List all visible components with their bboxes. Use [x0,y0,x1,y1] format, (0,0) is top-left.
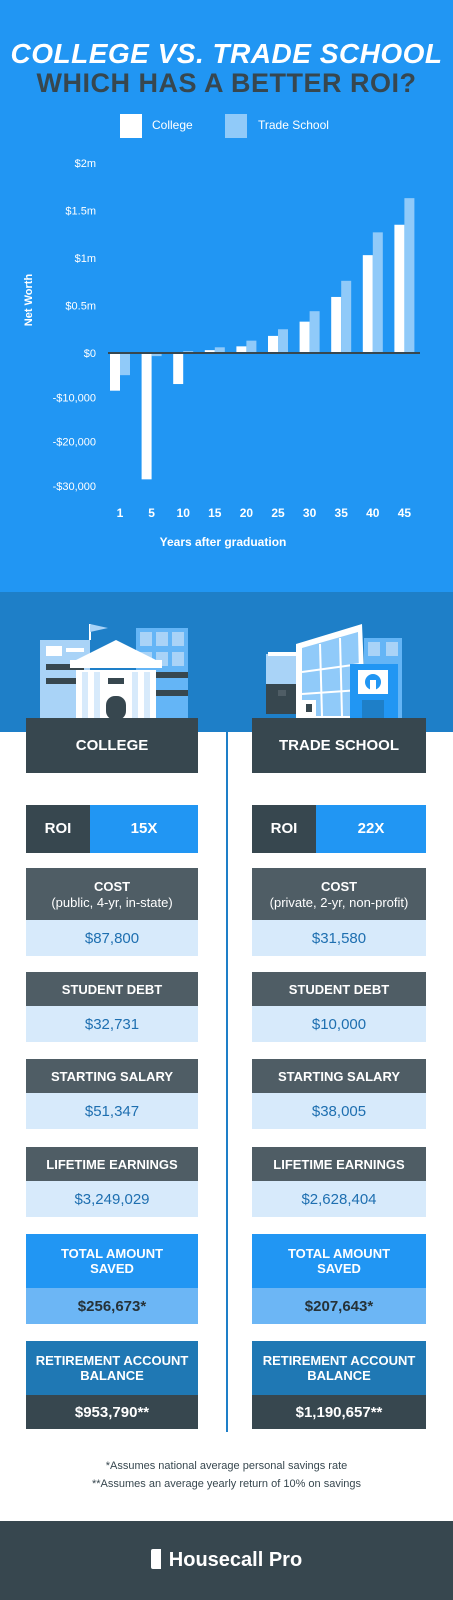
trade-school-saved-value: $207,643* [252,1288,426,1324]
x-axis-label: Years after graduation [160,535,287,549]
trade-school-cost-sublabel: (private, 2-yr, non-profit) [269,894,409,910]
trade-school-roi-value: 22X [316,805,426,853]
x-tick-label: 15 [208,506,222,520]
trade-school-debt-label: STUDENT DEBT [252,972,426,1006]
bar-college [299,321,310,353]
trade-school-salary-value: $38,005 [252,1093,426,1129]
legend-label-trade-school: Trade School [258,118,329,132]
bar-trade-school [404,198,415,353]
college-roi-value: 15X [90,805,198,853]
college-heading: COLLEGE [26,718,198,773]
college-salary-label: STARTING SALARY [26,1059,198,1093]
chart-legend: College Trade School [0,114,453,138]
bar-college [110,353,120,391]
y-tick-label: $2m [75,158,96,170]
x-tick-label: 10 [177,506,191,520]
college-debt-label: STUDENT DEBT [26,972,198,1006]
bar-trade-school [246,340,257,353]
college-cost-header: COST (public, 4-yr, in-state) [26,868,198,920]
trade-school-cost-value: $31,580 [252,920,426,956]
y-tick-label: -$20,000 [53,437,96,449]
college-cost-label: COST [93,878,131,894]
trade-school-roi-row: ROI 22X [252,805,426,853]
x-tick-label: 45 [398,506,412,520]
title-line-1: COLLEGE VS. TRADE SCHOOL [10,38,443,69]
trade-school-roi-label: ROI [252,805,316,853]
legend-swatch-trade-school [225,114,247,138]
y-tick-label: -$30,000 [53,481,96,493]
bar-college [362,255,373,353]
college-lifetime-value: $3,249,029 [26,1181,198,1217]
footnote-savings-rate: *Assumes national average personal savin… [105,1460,348,1472]
bar-trade-school [120,353,130,376]
trade-school-saved-label: TOTAL AMOUNT SAVED [252,1234,426,1288]
y-tick-label: $1.5m [65,206,96,218]
legend-label-college: College [152,118,193,132]
bar-college [268,335,278,353]
bar-college [173,353,184,385]
legend-swatch-college [120,114,142,138]
footer: Housecall Pro [0,1521,453,1600]
trade-school-cost-header: COST (private, 2-yr, non-profit) [252,868,426,920]
bar-trade-school [309,311,320,353]
trade-school-heading: TRADE SCHOOL [252,718,426,773]
bar-college [394,224,405,353]
x-tick-label: 25 [271,506,285,520]
trade-school-salary-label: STARTING SALARY [252,1059,426,1093]
x-tick-label: 35 [335,506,349,520]
title-line-2: WHICH HAS A BETTER ROI? [36,68,417,98]
college-lifetime-label: LIFETIME EARNINGS [26,1147,198,1181]
college-debt-value: $32,731 [26,1006,198,1042]
college-retirement-label: RETIREMENT ACCOUNT BALANCE [26,1341,198,1395]
x-tick-label: 20 [240,506,254,520]
y-tick-label: $0 [84,348,96,360]
bar-trade-school [341,280,352,353]
college-saved-label: TOTAL AMOUNT SAVED [26,1234,198,1288]
y-tick-label: $0.5m [65,301,96,313]
y-axis-label: Net Worth [23,274,35,327]
college-roi-row: ROI 15X [26,805,198,853]
bar-college [141,353,152,480]
housecall-logo-icon [150,1549,161,1569]
trade-school-retirement-label: RETIREMENT ACCOUNT BALANCE [252,1341,426,1395]
trade-school-lifetime-label: LIFETIME EARNINGS [252,1147,426,1181]
x-tick-label: 5 [148,506,155,520]
trade-school-retirement-value: $1,190,657** [252,1395,426,1429]
trade-school-debt-value: $10,000 [252,1006,426,1042]
net-worth-bar-chart: $2m $1.5m $1m $0.5m $0 -$10,000 -$20,000 -$30,0… [23,158,420,549]
trade-school-lifetime-value: $2,628,404 [252,1181,426,1217]
trade-school-cost-label: COST [320,878,358,894]
x-tick-label: 30 [303,506,317,520]
bar-trade-school [372,232,383,353]
college-cost-value: $87,800 [26,920,198,956]
x-tick-label: 40 [366,506,380,520]
center-divider [226,732,228,1432]
y-tick-label: $1m [75,253,96,265]
x-tick-label: 1 [117,506,124,520]
college-retirement-value: $953,790** [26,1395,198,1429]
college-cost-sublabel: (public, 4-yr, in-state) [51,894,173,910]
college-saved-value: $256,673* [26,1288,198,1324]
college-roi-label: ROI [26,805,90,853]
bar-trade-school [278,329,288,353]
college-salary-value: $51,347 [26,1093,198,1129]
brand-name: Housecall Pro [168,1549,303,1571]
chart-section: COLLEGE VS. TRADE SCHOOL WHICH HAS A BET… [0,0,453,592]
bar-college [331,296,342,353]
footnote-yearly-return: **Assumes an average yearly return of 10… [91,1478,362,1490]
y-tick-label: -$10,000 [53,392,96,404]
brand: Housecall Pro [0,1549,453,1572]
